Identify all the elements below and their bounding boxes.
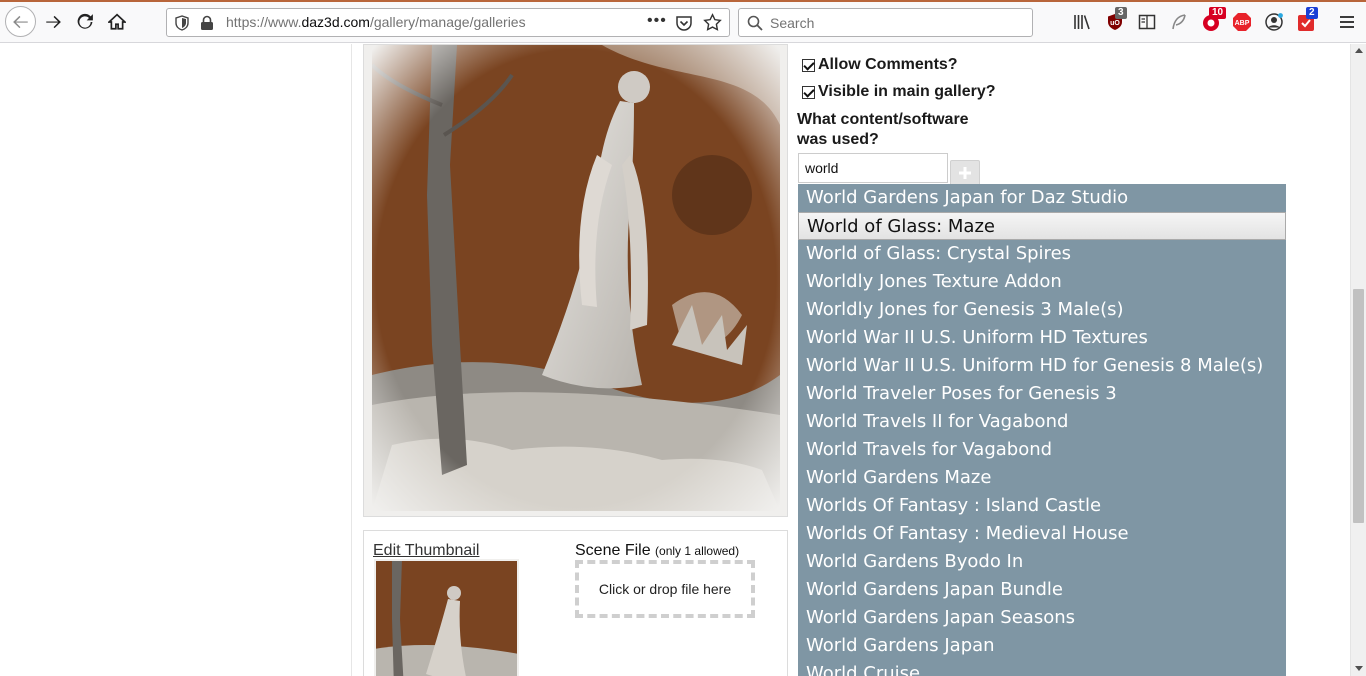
search-icon [747,15,763,31]
scroll-up-arrow-icon[interactable] [1355,48,1363,53]
feather-icon[interactable] [1169,12,1189,32]
page-actions-ellipsis-icon[interactable]: ••• [647,12,667,30]
bookmark-star-icon[interactable] [703,13,722,32]
thumbnail-image [374,559,519,676]
page-content: Edit Thumbnail Scene File (only 1 allowe… [0,44,1350,676]
autocomplete-option[interactable]: World of Glass: Maze [798,212,1286,240]
autocomplete-option[interactable]: World Gardens Japan [798,632,1286,660]
reader-view-icon[interactable] [1137,12,1157,32]
url-bar[interactable]: https://www.daz3d.com/gallery/manage/gal… [166,8,730,37]
autocomplete-option[interactable]: World Gardens Japan Seasons [798,604,1286,632]
reload-icon [77,13,93,29]
autocomplete-option[interactable]: Worlds Of Fantasy : Medieval House [798,520,1286,548]
pocket-icon[interactable] [675,14,693,32]
gallery-render-image [372,45,780,511]
scene-file-label: Scene File (only 1 allowed) [575,542,739,560]
adblock-plus-icon: ABP [1233,13,1251,31]
svg-text:uO: uO [1110,20,1120,27]
autocomplete-option[interactable]: World Traveler Poses for Genesis 3 [798,380,1286,408]
autocomplete-option[interactable]: World Gardens Maze [798,464,1286,492]
search-placeholder: Search [770,15,815,31]
autocomplete-option[interactable]: World War II U.S. Uniform HD Textures [798,324,1286,352]
url-text[interactable]: https://www.daz3d.com/gallery/manage/gal… [226,14,526,30]
add-content-button[interactable] [950,160,980,186]
account-circle-icon[interactable] [1264,12,1284,32]
lock-icon[interactable] [200,15,214,31]
forward-button[interactable] [38,7,68,37]
blue-extension-button[interactable]: 2 [1296,7,1318,32]
autocomplete-option[interactable]: World Cruise [798,660,1286,676]
hamburger-menu-icon[interactable] [1337,12,1357,32]
autocomplete-option[interactable]: World War II U.S. Uniform HD for Genesis… [798,352,1286,380]
arrow-right-icon [46,15,61,29]
column-divider [351,44,352,676]
visible-main-gallery-label: Visible in main gallery? [818,83,996,100]
dropzone-text: Click or drop file here [598,581,732,597]
content-software-question: What content/software was used? [797,111,969,148]
autocomplete-dropdown: World Gardens Japan for Daz Studio World … [798,184,1286,676]
allow-comments-label: Allow Comments? [818,56,958,73]
edit-thumbnail-link[interactable]: Edit Thumbnail [373,542,479,560]
page-scrollbar[interactable] [1350,44,1366,676]
autocomplete-option[interactable]: World Gardens Byodo In [798,548,1286,576]
autocomplete-option[interactable]: World Travels II for Vagabond [798,408,1286,436]
autocomplete-option[interactable]: Worldly Jones Texture Addon [798,268,1286,296]
autocomplete-option[interactable]: World Gardens Japan Bundle [798,576,1286,604]
scroll-down-arrow-icon[interactable] [1355,666,1363,671]
autocomplete-option[interactable]: World Gardens Japan for Daz Studio [798,184,1286,212]
url-path: /gallery/manage/galleries [369,14,526,30]
scene-file-title: Scene File [575,542,651,559]
plus-icon [959,167,971,179]
autocomplete-option[interactable]: Worlds Of Fantasy : Island Castle [798,492,1286,520]
home-icon [108,13,126,30]
browser-toolbar: https://www.daz3d.com/gallery/manage/gal… [0,0,1366,43]
ublock-extension-button[interactable]: uO 3 [1105,7,1127,32]
visible-main-gallery-checkbox-row[interactable]: Visible in main gallery? [802,83,996,101]
adblock-plus-label: ABP [1235,20,1250,27]
red-extension-badge: 10 [1209,7,1227,19]
url-prefix: https://www. [226,14,302,30]
shield-icon[interactable] [174,15,190,31]
scrollbar-thumb[interactable] [1353,289,1364,523]
back-button[interactable] [5,6,36,37]
toolbar-accent-line [0,0,1366,2]
search-bar[interactable]: Search [738,8,1033,37]
autocomplete-option[interactable]: World of Glass: Crystal Spires [798,240,1286,268]
autocomplete-option[interactable]: Worldly Jones for Genesis 3 Male(s) [798,296,1286,324]
ublock-badge: 3 [1115,7,1127,19]
scene-file-dropzone[interactable]: Click or drop file here [575,560,755,618]
gallery-image-frame [363,44,788,517]
library-icon[interactable] [1072,12,1092,32]
allow-comments-checkbox-row[interactable]: Allow Comments? [802,56,958,74]
blue-extension-badge: 2 [1306,7,1318,19]
home-button[interactable] [102,7,132,37]
arrow-left-icon [12,15,28,28]
red-extension-button[interactable]: 10 [1201,7,1227,32]
visible-main-gallery-checkbox[interactable] [802,85,815,99]
allow-comments-checkbox[interactable] [802,58,815,72]
scene-file-note: (only 1 allowed) [655,544,740,558]
autocomplete-option[interactable]: World Travels for Vagabond [798,436,1286,464]
reload-button[interactable] [70,7,100,37]
url-host: daz3d.com [301,14,370,30]
content-search-input[interactable] [798,153,948,183]
thumbnail-panel: Edit Thumbnail Scene File (only 1 allowe… [363,530,788,676]
adblock-plus-button[interactable]: ABP [1232,12,1252,32]
